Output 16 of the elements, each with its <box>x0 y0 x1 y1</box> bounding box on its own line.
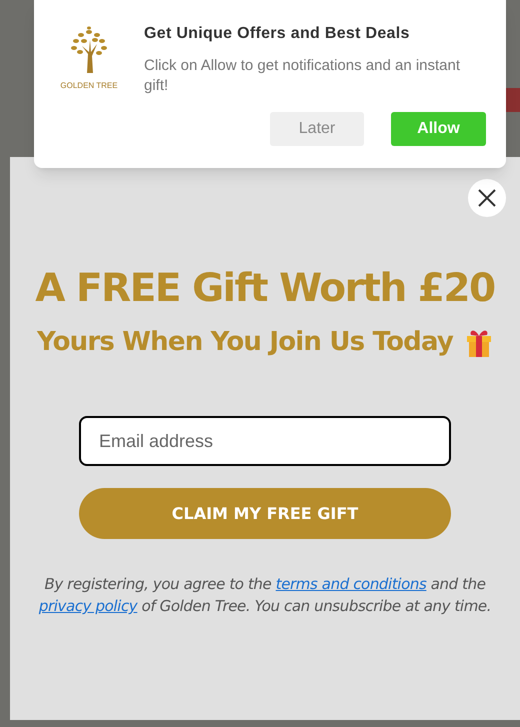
later-button[interactable]: Later <box>270 112 364 146</box>
text-link[interactable]: terms and conditions <box>276 575 426 593</box>
logo-text: GOLDEN TREE <box>60 80 118 92</box>
headline: A FREE Gift Worth £20 <box>35 265 495 313</box>
text-link[interactable]: privacy policy <box>38 597 138 615</box>
disclaimer-text: By registering, you agree to the terms and conditions and the privacy policy of Golden Tree. You can unsubscribe at any time. <box>38 574 492 617</box>
sale-banner <box>505 88 520 112</box>
notification-message: Click on Allow to get notifications and an instant gift! <box>144 56 462 96</box>
close-icon <box>477 188 497 208</box>
tree-logo-icon <box>68 26 110 74</box>
claim-gift-button[interactable]: CLAIM MY FREE GIFT <box>79 488 451 539</box>
close-button[interactable] <box>468 179 506 217</box>
email-field[interactable]: Email address <box>79 416 451 466</box>
allow-button[interactable]: Allow <box>391 112 486 146</box>
notification-title: Get Unique Offers and Best Deals <box>144 24 411 44</box>
subheadline: Yours When You Join Us Today <box>36 326 454 359</box>
